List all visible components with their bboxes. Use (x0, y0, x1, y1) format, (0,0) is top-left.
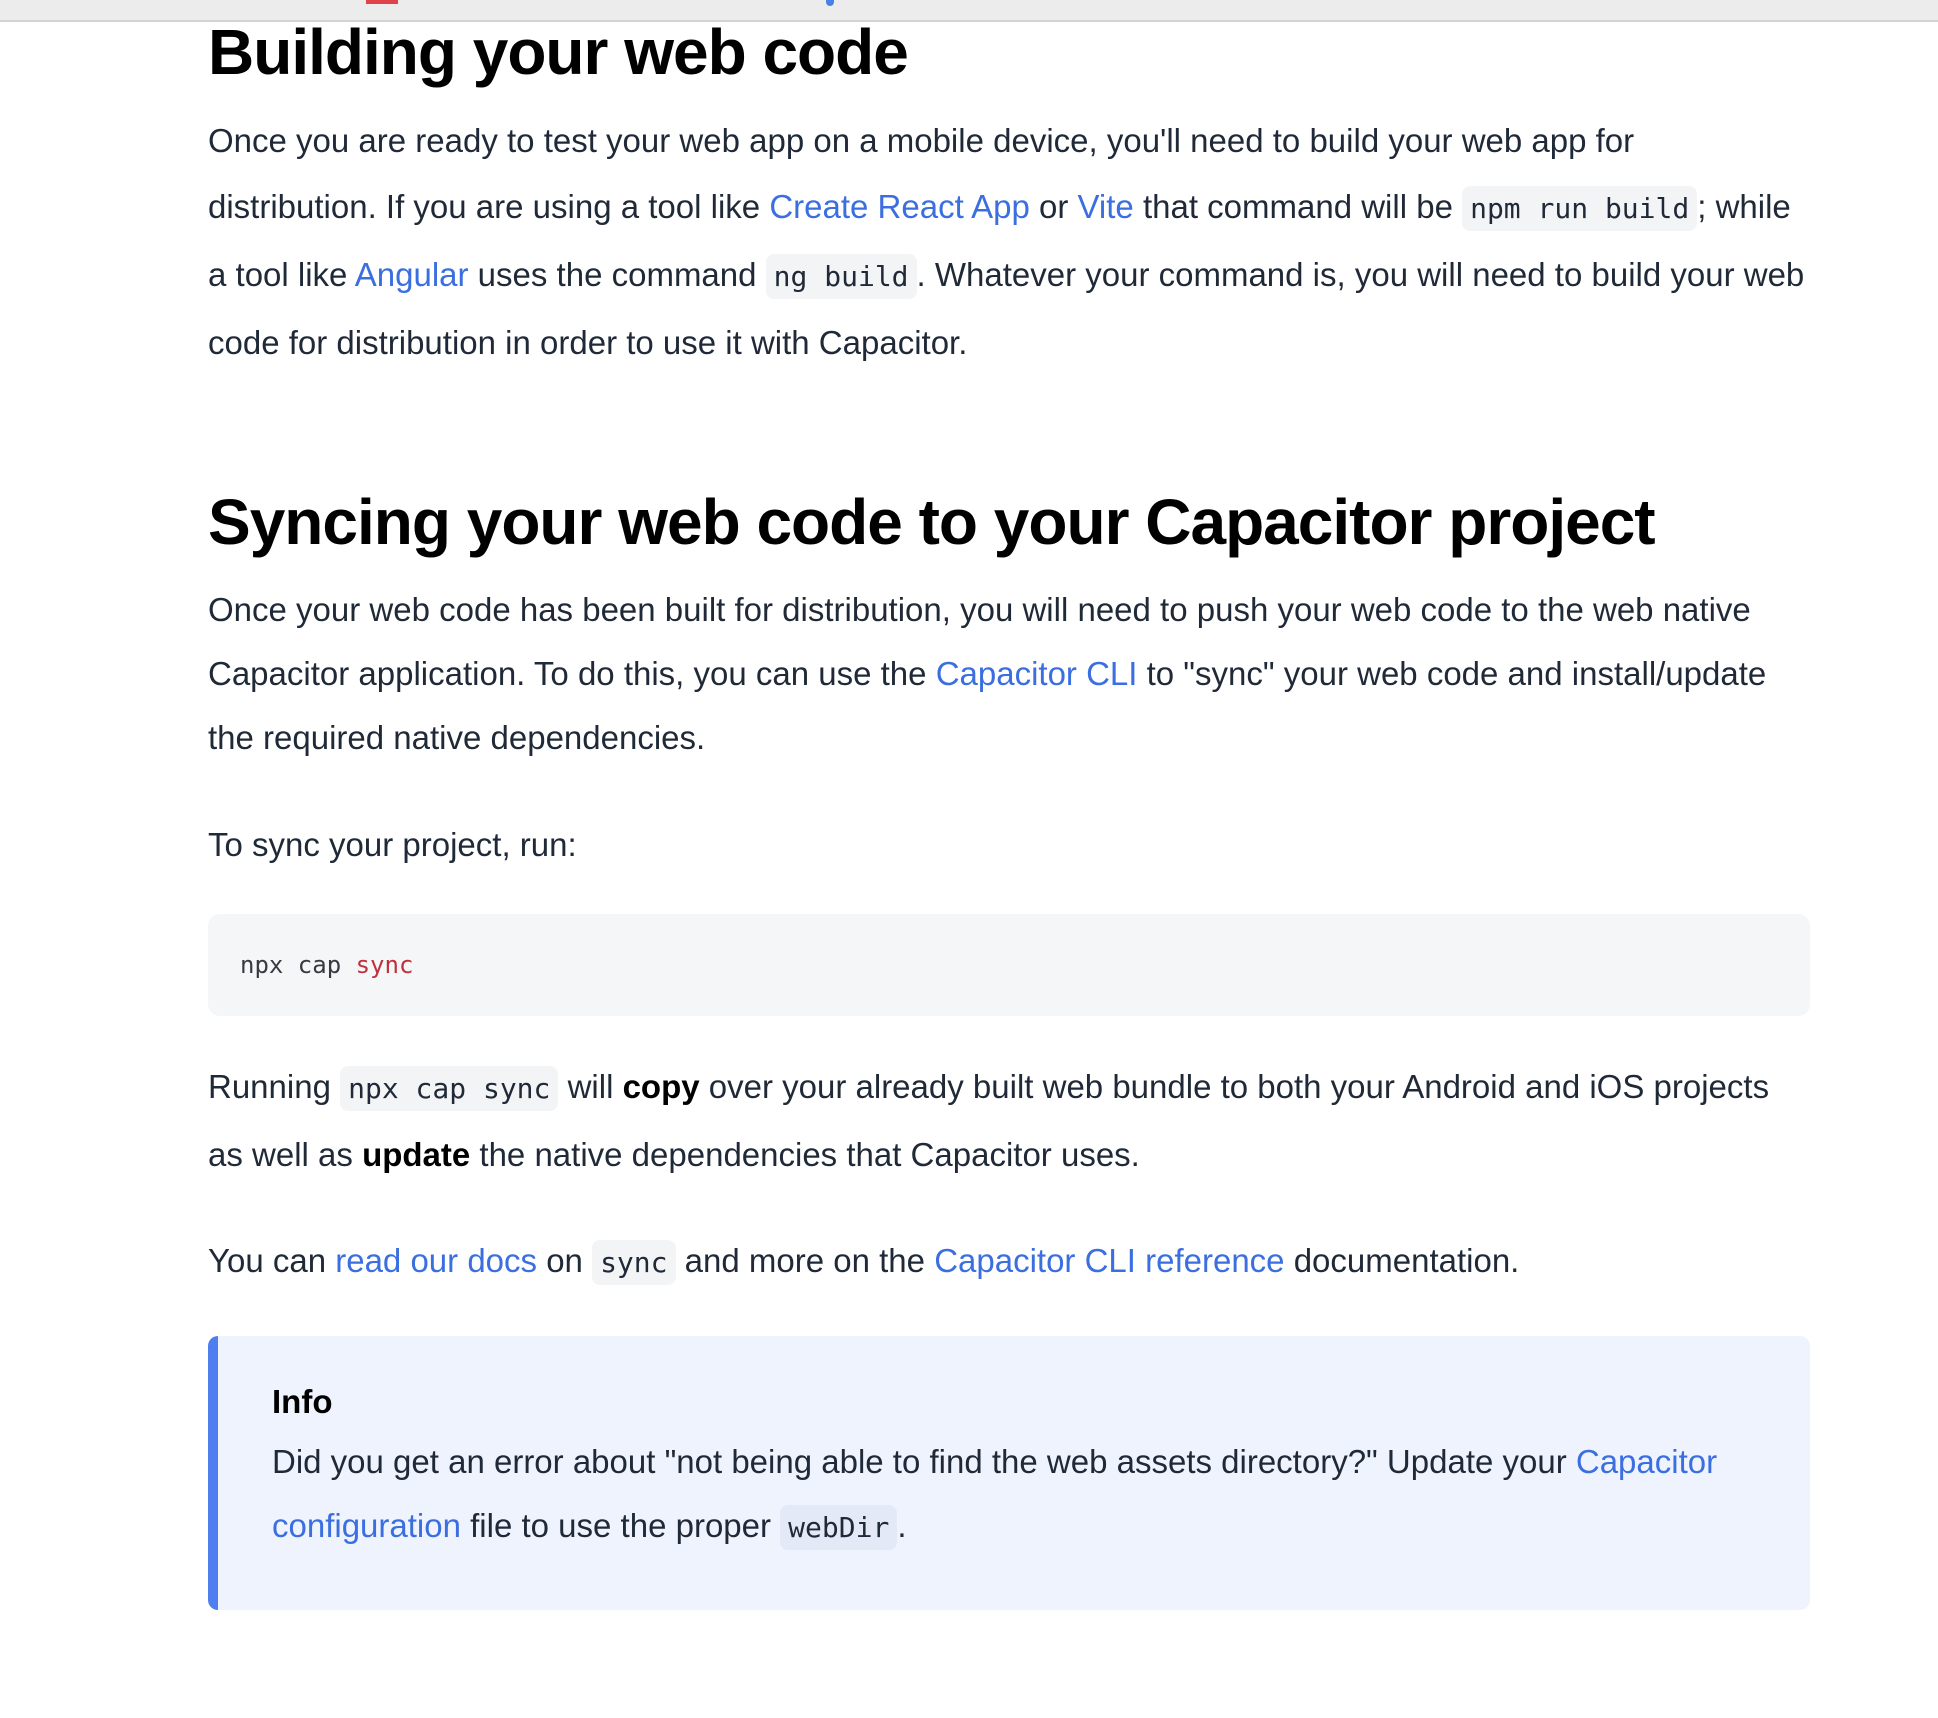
inline-code-sync: sync (592, 1240, 676, 1285)
code-text: npx cap (240, 951, 356, 979)
paragraph-you-can: You can read our docs on sync and more o… (208, 1228, 1810, 1296)
info-title: Info (272, 1383, 333, 1420)
text: Did you get an error about "not being ab… (272, 1443, 1576, 1480)
text: will (558, 1068, 623, 1105)
paragraph-building: Once you are ready to test your web app … (208, 108, 1810, 376)
text: and more on the (675, 1242, 935, 1279)
text: file to use the proper (460, 1507, 781, 1544)
info-callout: Info Did you get an error about "not bei… (208, 1336, 1810, 1610)
heading-building-web-code: Building your web code (208, 16, 909, 88)
text: Running (208, 1068, 341, 1105)
text: the native dependencies that Capacitor u… (470, 1136, 1140, 1173)
text: or (1029, 188, 1078, 225)
bold-copy: copy (622, 1068, 700, 1105)
inline-code-webdir: webDir (780, 1505, 898, 1550)
text: that command will be (1133, 188, 1463, 225)
link-angular[interactable]: Angular (355, 256, 469, 293)
text: uses the command (468, 256, 766, 293)
inline-code-ng-build: ng build (765, 254, 917, 299)
code-block-npx-cap-sync[interactable]: npx cap sync (208, 914, 1810, 1016)
paragraph-syncing: Once your web code has been built for di… (208, 578, 1810, 770)
tab-indicator-blue (826, 0, 834, 6)
text: documentation. (1284, 1242, 1520, 1279)
text: . (897, 1507, 907, 1544)
link-create-react-app[interactable]: Create React App (769, 188, 1030, 225)
info-body: Did you get an error about "not being ab… (272, 1430, 1754, 1560)
text: on (537, 1242, 593, 1279)
heading-syncing-web-code: Syncing your web code to your Capacitor … (208, 486, 1656, 558)
link-capacitor-cli-reference[interactable]: Capacitor CLI reference (934, 1242, 1284, 1279)
link-capacitor-cli[interactable]: Capacitor CLI (936, 655, 1138, 692)
tab-indicator-red (366, 0, 398, 4)
text: You can (208, 1242, 336, 1279)
code-keyword: sync (355, 951, 414, 979)
paragraph-running: Running npx cap sync will copy over your… (208, 1054, 1810, 1188)
inline-code-npx-cap-sync: npx cap sync (340, 1066, 559, 1111)
link-vite[interactable]: Vite (1078, 188, 1134, 225)
paragraph-to-sync: To sync your project, run: (208, 826, 577, 863)
inline-code-npm-run-build: npm run build (1462, 186, 1698, 231)
bold-update: update (362, 1136, 471, 1173)
link-read-our-docs[interactable]: read our docs (335, 1242, 537, 1279)
